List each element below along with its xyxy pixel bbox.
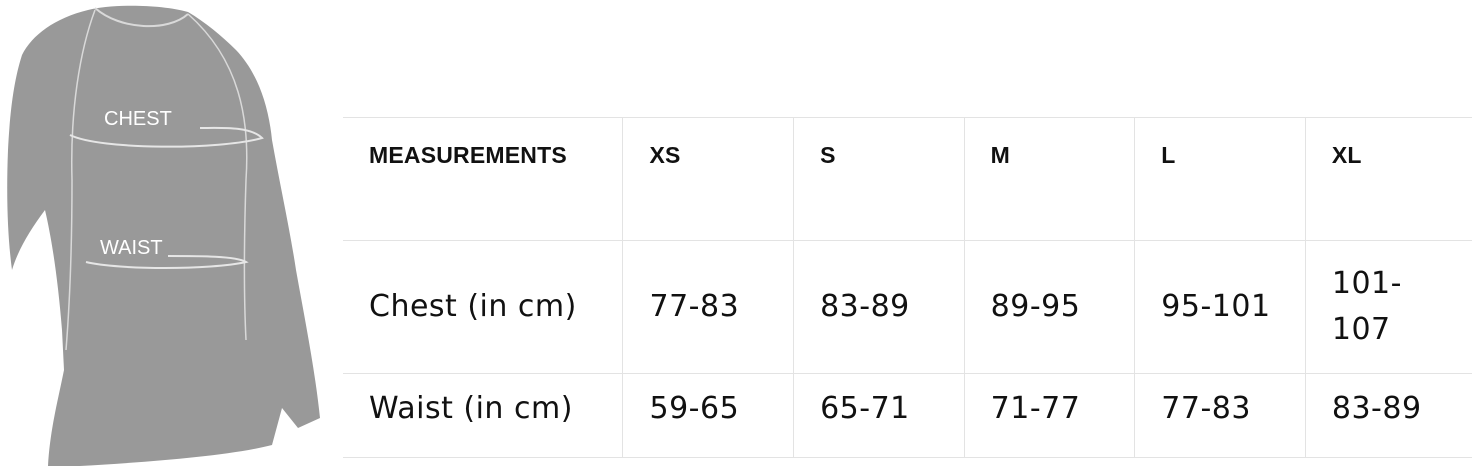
chest-xs-value: 77-83 <box>622 240 795 374</box>
shirt-silhouette <box>7 5 320 467</box>
waist-l-value: 77-83 <box>1134 373 1306 458</box>
table-row: Chest (in cm) 77-83 83-89 89-95 95-101 1… <box>343 240 1472 374</box>
size-chart-table: MEASUREMENTS XS S M L XL Chest (in cm) 7… <box>343 117 1472 458</box>
table-header-row: MEASUREMENTS XS S M L XL <box>343 117 1472 241</box>
header-size-s: S <box>793 117 965 241</box>
header-size-m: M <box>963 117 1136 241</box>
waist-s-value: 65-71 <box>793 373 965 458</box>
waist-label: WAIST <box>100 237 163 259</box>
chest-xl-value: 101-107 <box>1304 240 1472 374</box>
header-size-l: L <box>1134 117 1306 241</box>
chest-m-value: 89-95 <box>963 240 1136 374</box>
row-label-waist: Waist (in cm) <box>343 373 624 458</box>
header-size-xl: XL <box>1304 117 1472 241</box>
header-measurements: MEASUREMENTS <box>343 117 624 241</box>
waist-m-value: 71-77 <box>963 373 1136 458</box>
chest-label: CHEST <box>104 108 172 130</box>
long-sleeve-shirt-illustration: CHEST WAIST <box>7 5 320 467</box>
chest-s-value: 83-89 <box>793 240 965 374</box>
table-row: Waist (in cm) 59-65 65-71 71-77 77-83 83… <box>343 373 1472 458</box>
row-label-chest: Chest (in cm) <box>343 240 624 374</box>
shirt-size-diagram: CHEST WAIST <box>0 0 330 475</box>
header-size-xs: XS <box>622 117 795 241</box>
waist-xs-value: 59-65 <box>622 373 795 458</box>
chest-l-value: 95-101 <box>1134 240 1306 374</box>
waist-xl-value: 83-89 <box>1304 373 1472 458</box>
